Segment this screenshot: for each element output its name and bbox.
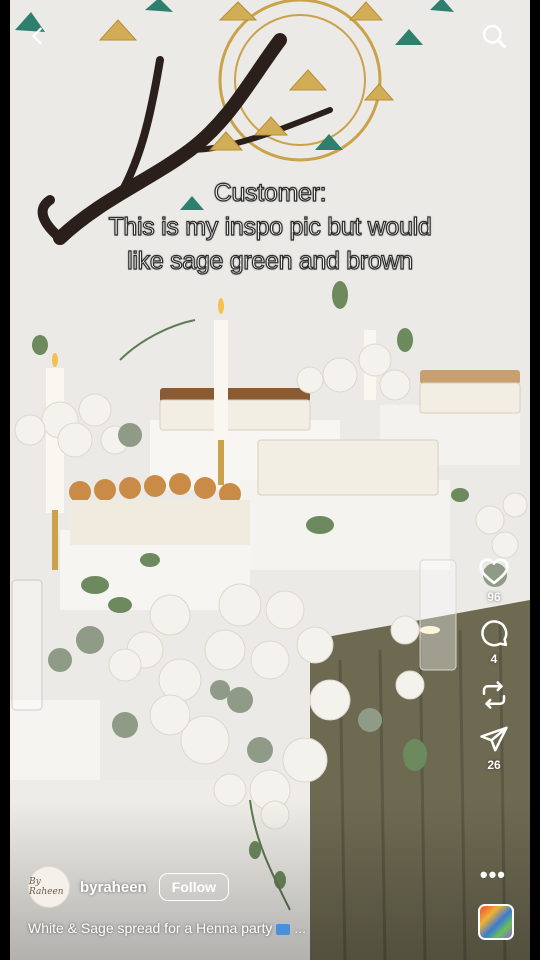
- search-icon: [482, 24, 506, 48]
- username[interactable]: byraheen: [80, 879, 147, 896]
- caption-line-1: Customer:: [213, 178, 327, 207]
- comment-button[interactable]: 4: [479, 618, 509, 666]
- more-options-button[interactable]: •••: [480, 862, 506, 888]
- sparkle-emoji-icon: [276, 923, 291, 935]
- more-horizontal-icon: •••: [479, 862, 506, 887]
- post-author: By Raheen byraheen Follow: [28, 866, 230, 908]
- audio-track-thumbnail[interactable]: [478, 904, 514, 940]
- comment-count: 4: [490, 652, 498, 666]
- share-button[interactable]: 26: [479, 724, 509, 772]
- share-count: 26: [487, 758, 501, 772]
- caption-line-3: like sage green and brown: [127, 246, 414, 275]
- action-rail: 96 4 26: [472, 556, 516, 772]
- reel-viewer[interactable]: Customer: This is my inspo pic but would…: [0, 0, 540, 960]
- post-description[interactable]: White & Sage spread for a Henna party...: [28, 920, 306, 936]
- back-button[interactable]: [20, 18, 56, 54]
- like-button[interactable]: 96: [478, 556, 510, 604]
- remix-button[interactable]: [479, 680, 509, 710]
- caption-line-2: This is my inspo pic but would: [108, 212, 433, 241]
- chevron-left-icon: [32, 27, 42, 45]
- repost-icon: [482, 681, 506, 709]
- comment-icon: [481, 620, 508, 647]
- avatar[interactable]: By Raheen: [28, 866, 70, 908]
- description-ellipsis: ...: [294, 920, 307, 936]
- send-icon: [480, 726, 508, 752]
- description-text: White & Sage spread for a Henna party: [28, 920, 273, 936]
- avatar-logo-text: By Raheen: [29, 877, 64, 897]
- like-count: 96: [487, 590, 501, 604]
- heart-icon: [479, 558, 509, 585]
- follow-button[interactable]: Follow: [158, 873, 230, 901]
- video-text-overlay: Customer: This is my inspo pic but would…: [0, 176, 540, 278]
- search-button[interactable]: [476, 18, 512, 54]
